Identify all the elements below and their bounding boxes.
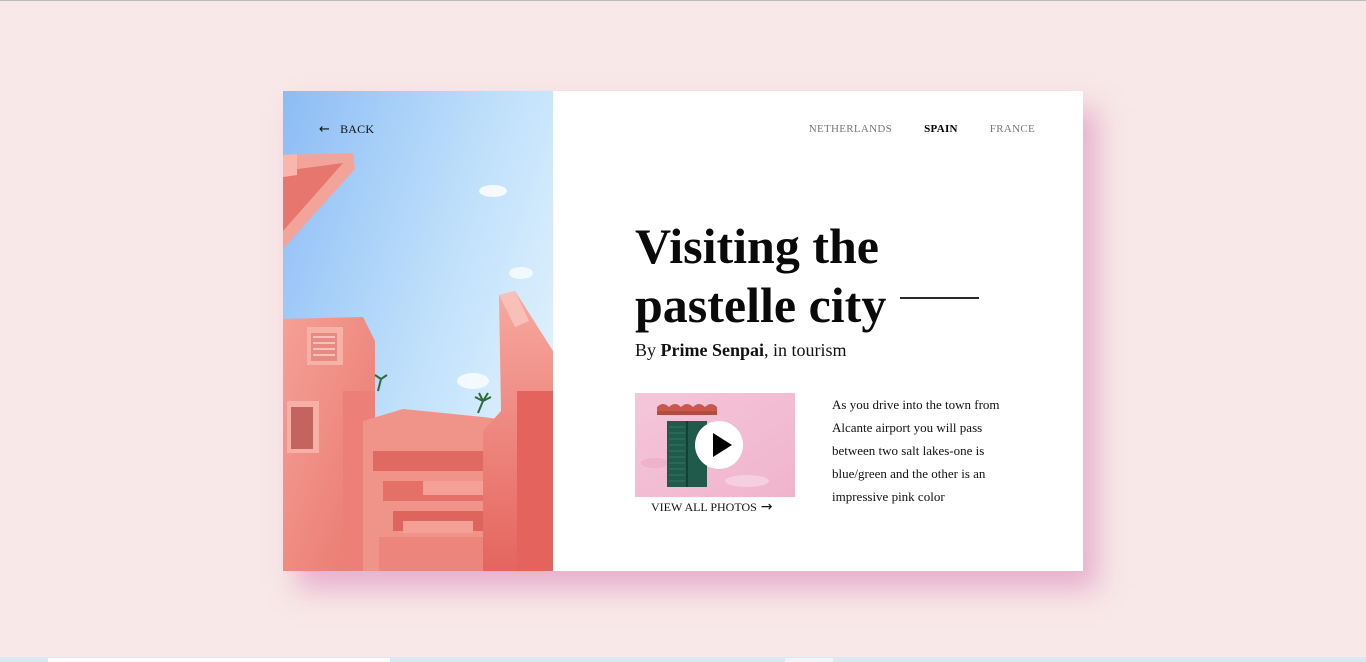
- title-accent-line: [900, 297, 979, 299]
- view-all-photos-label: VIEW ALL PHOTOS: [651, 499, 757, 514]
- nav-item-netherlands[interactable]: NETHERLANDS: [809, 123, 892, 135]
- back-label: BACK: [340, 122, 375, 136]
- country-nav: NETHERLANDS SPAIN FRANCE: [809, 123, 1035, 135]
- taskbar-strip: [0, 657, 1366, 662]
- play-button[interactable]: [695, 421, 743, 469]
- video-thumbnail[interactable]: [635, 393, 795, 497]
- title-line-2: pastelle city: [635, 277, 887, 333]
- article-description: As you drive into the town from Alcante …: [832, 397, 1000, 504]
- article-card: ← BACK NETHERLANDS SPAIN FRANCE Visiting…: [283, 91, 1083, 571]
- nav-item-france[interactable]: FRANCE: [990, 123, 1035, 135]
- author-name[interactable]: Prime Senpai: [661, 340, 765, 360]
- arrow-left-icon: ←: [319, 122, 331, 137]
- taskbar-segment: [785, 658, 833, 662]
- hero-image: [283, 91, 553, 571]
- window-top-border: [0, 0, 1366, 1]
- byline-suffix: , in tourism: [764, 340, 847, 360]
- byline-prefix: By: [635, 340, 661, 360]
- arrow-right-icon: →: [760, 499, 773, 515]
- title-line-1: Visiting the: [635, 218, 879, 274]
- play-icon: [713, 433, 732, 457]
- byline: By Prime Senpai, in tourism: [635, 340, 847, 361]
- page-title: Visiting the pastelle city: [635, 217, 1035, 335]
- view-all-photos-link[interactable]: VIEW ALL PHOTOS →: [651, 499, 773, 515]
- nav-item-spain[interactable]: SPAIN: [924, 123, 958, 135]
- taskbar-segment: [48, 658, 390, 662]
- back-button[interactable]: ← BACK: [319, 122, 374, 137]
